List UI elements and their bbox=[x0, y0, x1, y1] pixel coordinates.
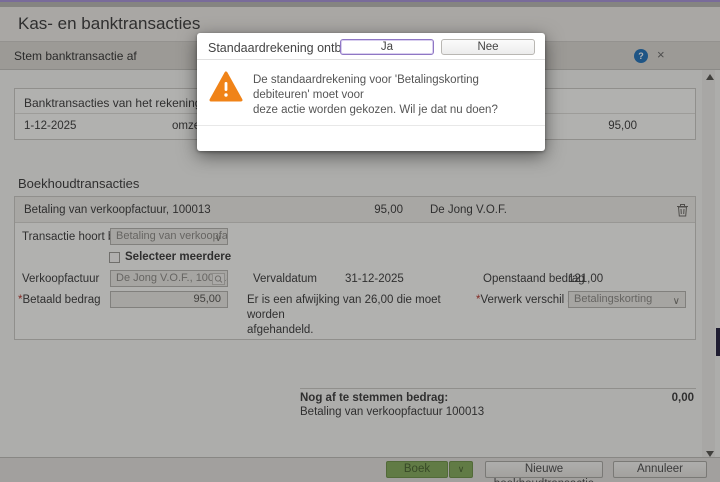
no-button[interactable]: Nee bbox=[441, 39, 535, 55]
dialog-footer bbox=[197, 125, 545, 151]
screen: Kas- en banktransacties Stem banktransac… bbox=[0, 0, 720, 482]
yes-button[interactable]: Ja bbox=[340, 39, 434, 55]
warning-icon bbox=[209, 71, 243, 108]
dialog-message: De standaardrekening voor 'Betalingskort… bbox=[253, 74, 498, 116]
missing-account-dialog: Standaardrekening ontbreekt × De standaa… bbox=[197, 33, 545, 151]
